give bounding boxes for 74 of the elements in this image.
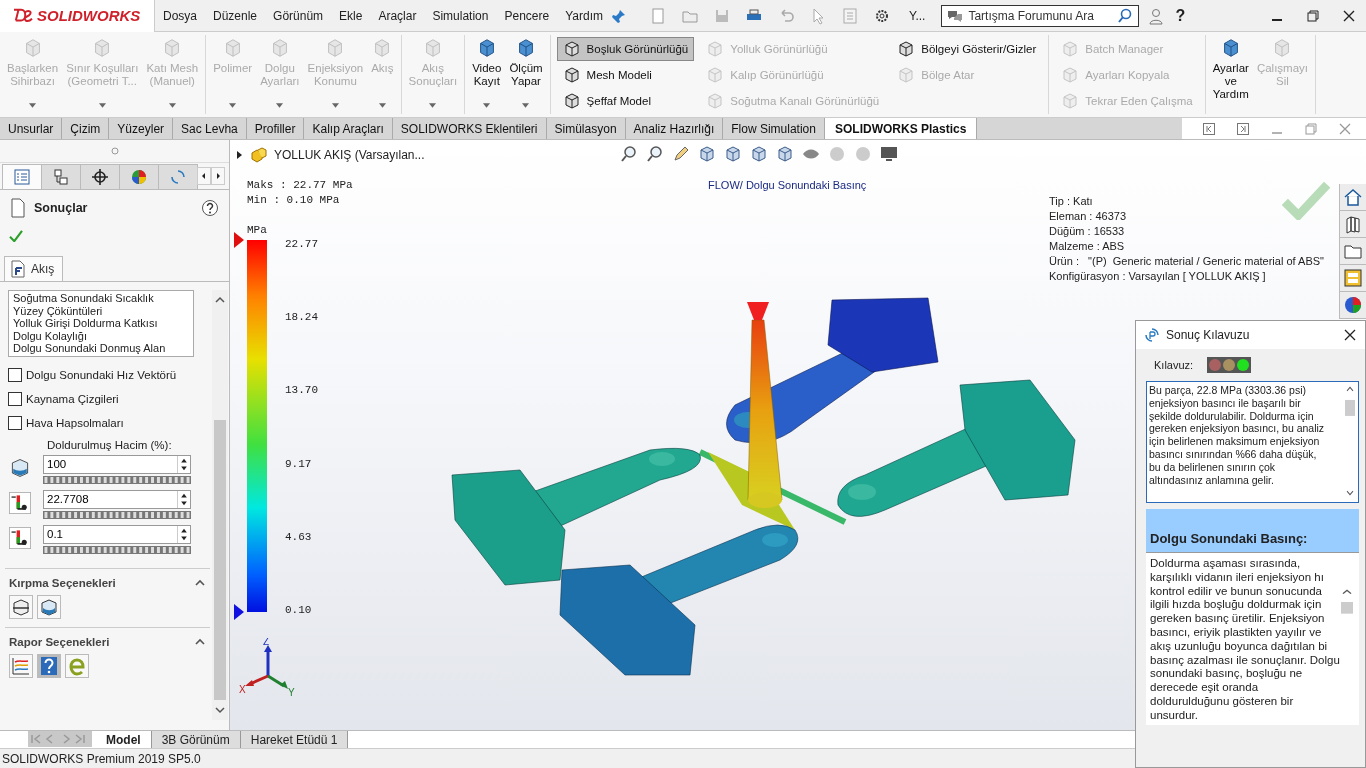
command-tab[interactable]: Sac Levha bbox=[173, 118, 247, 139]
help-menu[interactable]: ? bbox=[1175, 6, 1186, 25]
axis-label: X bbox=[239, 684, 246, 695]
logo-text: SOLIDWORKS bbox=[37, 7, 141, 24]
panel-title: Sonuçlar bbox=[34, 201, 88, 215]
plot-title: FLOW/ Dolgu Sonundaki Basınç bbox=[708, 179, 867, 191]
max-value: Maks : 22.77 MPa bbox=[247, 178, 353, 193]
command-tab[interactable]: Analiz Hazırlığı bbox=[625, 118, 724, 139]
panel-title: Sonuç Kılavuzu bbox=[1166, 328, 1250, 342]
info-line: Konfigürasyon : Varsayılan [ YOLLUK AKIŞ ] bbox=[1049, 269, 1267, 284]
legend-tick: 4.63 bbox=[285, 530, 313, 543]
command-tab[interactable]: Kalıp Araçları bbox=[304, 118, 393, 139]
legend-tick: 0.10 bbox=[285, 603, 313, 616]
status-text: SOLIDWORKS Premium 2019 SP5.0 bbox=[2, 751, 201, 766]
ribbon-button[interactable]: Ayarlar ve Yardım bbox=[1208, 35, 1253, 113]
list-item[interactable]: Dolgu Sonundaki Donmuş Alan bbox=[13, 342, 189, 355]
command-tab[interactable]: Simülasyon bbox=[546, 118, 626, 139]
section-title: Kırpma Seçenekleri bbox=[9, 576, 116, 589]
menu-item[interactable]: Pencere bbox=[496, 8, 558, 23]
checkbox-label: Dolgu Sonundaki Hız Vektörü bbox=[26, 368, 177, 381]
checkbox-label: Hava Hapsolmaları bbox=[26, 416, 124, 429]
min-value: Min : 0.10 MPa bbox=[247, 193, 341, 208]
summary-text: Bu parça, 22.8 MPa (3303.36 psi) enjeksiyon basıncı ile başarılı bir şekilde doldurulabilir. Doldurma için gereken enjeksiyon basıncı, bu analiz için belirlenen maksimum enjeksiyon basıncı sınırından %66 daha düşük, bu da belirlenen sınırın çok altındasınız anlamına gelir. bbox=[1149, 384, 1326, 488]
axis-label: Y bbox=[288, 687, 295, 698]
ribbon-button[interactable]: Şeffaf Model bbox=[556, 89, 695, 113]
number-field[interactable]: 100 bbox=[43, 454, 191, 474]
command-tab[interactable]: SOLIDWORKS Plastics bbox=[824, 118, 978, 139]
ribbon-button[interactable]: Ölçüm Yapar bbox=[505, 35, 547, 113]
menu-item[interactable]: Y... bbox=[900, 8, 934, 23]
info-line: Malzeme : ABS bbox=[1049, 239, 1126, 254]
command-tab[interactable]: Unsurlar bbox=[0, 118, 63, 139]
section-title: Rapor Seçenekleri bbox=[9, 635, 110, 648]
command-tab[interactable]: Profiller bbox=[246, 118, 305, 139]
menu-item[interactable]: Araçlar bbox=[370, 8, 425, 23]
flow-tab[interactable]: Akış bbox=[4, 256, 64, 281]
document-tab[interactable]: 3B Görünüm bbox=[151, 731, 241, 748]
menu-item[interactable]: Simulation bbox=[424, 8, 497, 23]
document-tab[interactable]: Hareket Etüdü 1 bbox=[240, 731, 349, 748]
info-line: Eleman : 46373 bbox=[1049, 209, 1128, 224]
info-line: Düğüm : 16533 bbox=[1049, 224, 1126, 239]
command-tab[interactable]: Yüzeyler bbox=[109, 118, 174, 139]
legend-unit: MPa bbox=[247, 224, 268, 238]
ribbon-button[interactable]: Boşluk Görünürlüğü bbox=[556, 37, 695, 61]
command-tab[interactable]: Çizim bbox=[62, 118, 110, 139]
legend-tick: 13.70 bbox=[285, 384, 318, 397]
description-text: Doldurma aşaması sırasında, karşılıklı vidanın ileri enjeksiyon hı kontrol edilir ve bunun sonucunda ilgili hızda boşluğu doldurmak için gereken basınç üretilir. Enjeksiyon basıncı, eriyik plastikten yayılır ve akış uzunluğu boyunca dağıtılan bi basınç azalması ile sonuçlanır. Dolgu sonundaki basınç, boşluğu ne derecede eşit oranda doldurulduğunu gösteren bir unsurdur. bbox=[1150, 557, 1340, 723]
menu-item[interactable]: Dosya bbox=[155, 8, 205, 23]
info-line: Tip : Katı bbox=[1049, 194, 1094, 209]
search-field[interactable]: Tartışma Forumunu Ara bbox=[941, 4, 1140, 27]
guide-label: Kılavuz: bbox=[1154, 359, 1194, 371]
menu-item[interactable]: Yardım bbox=[557, 8, 611, 23]
ribbon-button[interactable]: Mesh Modeli bbox=[556, 63, 695, 87]
command-tab[interactable]: Flow Simulation bbox=[723, 118, 825, 139]
number-field[interactable]: 0.1 bbox=[43, 524, 191, 544]
list-item[interactable]: Dolgu Kolaylığı bbox=[13, 329, 189, 342]
legend-tick: 9.17 bbox=[285, 457, 313, 470]
list-item[interactable]: Soğutma Sonundaki Sıcaklık bbox=[13, 292, 189, 305]
info-line: Ürün : "(P) Generic material / Generic material of ABS" bbox=[1049, 254, 1324, 269]
legend-tick: 18.24 bbox=[285, 311, 318, 324]
menu-item[interactable]: Görünüm bbox=[265, 8, 332, 23]
legend-tick: 22.77 bbox=[285, 238, 318, 250]
menu-item[interactable]: Düzenle bbox=[205, 8, 266, 23]
command-tab[interactable]: SOLIDWORKS Eklentileri bbox=[392, 118, 547, 139]
list-item[interactable]: Yolluk Girişi Doldurma Katkısı bbox=[13, 317, 189, 330]
list-item[interactable]: Yüzey Çöküntüleri bbox=[13, 304, 189, 317]
field-label: Doldurulmuş Hacim (%): bbox=[47, 438, 173, 451]
section-heading: Dolgu Sonundaki Basınç: bbox=[1146, 509, 1359, 553]
number-field[interactable]: 22.7708 bbox=[43, 489, 191, 509]
menu-item[interactable]: Ekle bbox=[331, 8, 371, 23]
part-name[interactable]: YOLLUK AKIŞ (Varsayılan... bbox=[274, 148, 425, 162]
axis-label: Z bbox=[263, 638, 270, 647]
checkbox-label: Kaynama Çizgileri bbox=[26, 392, 119, 405]
ribbon-button[interactable]: Video Kayıt bbox=[468, 35, 506, 113]
ribbon-button[interactable]: Bölgeyi Gösterir/Gizler bbox=[891, 37, 1043, 61]
